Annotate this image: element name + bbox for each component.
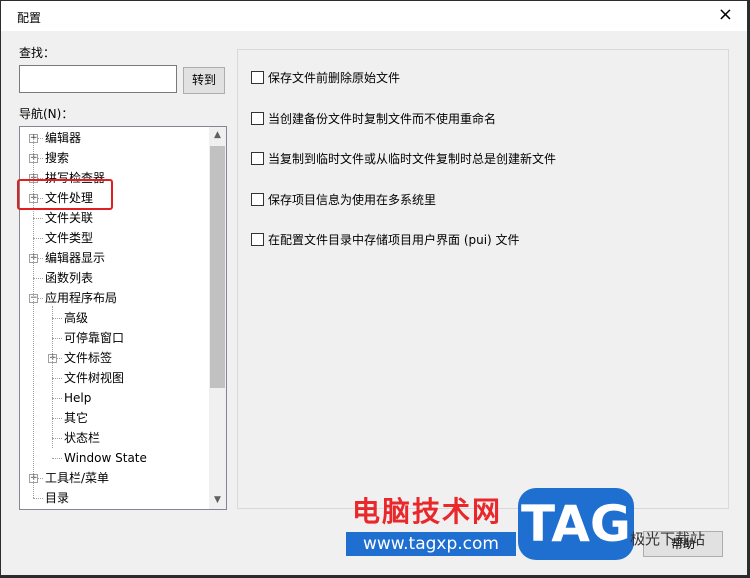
search-label: 查找： [19, 46, 56, 60]
tree-item-label: 目录 [45, 491, 70, 505]
tree-item[interactable]: 搜索 [45, 148, 69, 168]
option-checkbox-row[interactable]: 保存项目信息为使用在多系统里 [251, 192, 436, 208]
tree-connector [52, 338, 62, 339]
window-title: 配置 [17, 11, 42, 25]
tree-item[interactable]: Window State [64, 448, 147, 468]
checkbox[interactable] [251, 152, 264, 165]
tree-item[interactable]: 其它 [64, 408, 88, 428]
tree-item[interactable]: 可停靠窗口 [64, 328, 124, 348]
watermark-logo: TAG [518, 488, 634, 560]
checkbox[interactable] [251, 192, 264, 206]
tree-item[interactable]: 编辑器显示 [45, 248, 105, 268]
scroll-down-icon[interactable]: ▼ [209, 492, 226, 509]
tree-item[interactable]: 状态栏 [64, 428, 100, 448]
tree-item[interactable]: 编辑器 [45, 128, 81, 148]
option-checkbox-row[interactable]: 当复制到临时文件或从临时文件复制时总是创建新文件 [251, 151, 556, 167]
checkbox[interactable] [251, 71, 264, 84]
tree-item-label: 高级 [64, 311, 89, 325]
tree-item[interactable]: 高级 [64, 308, 88, 328]
nav-label: 导航(N)： [19, 107, 74, 121]
tree-item-label: 应用程序布局 [45, 291, 118, 305]
option-label: 保存项目信息为使用在多系统里 [268, 192, 437, 207]
option-label: 保存文件前删除原始文件 [268, 71, 401, 85]
tree-item-label: 文件标签 [64, 351, 113, 365]
tree-item-label: 其它 [64, 411, 89, 425]
tree-connector [33, 498, 43, 499]
tree-item-label: 可停靠窗口 [64, 331, 125, 345]
highlight-annotation [17, 179, 113, 210]
tree-item[interactable]: 文件关联 [45, 208, 93, 228]
tree-item-label: 搜索 [45, 151, 70, 165]
tree-connector [52, 458, 62, 459]
tree-connector [52, 438, 62, 439]
scroll-up-icon[interactable]: ▲ [209, 127, 226, 144]
tree-item-label: 函数列表 [45, 271, 94, 285]
tree-item-label: 文件树视图 [64, 371, 125, 385]
tree-item[interactable]: 函数列表 [45, 268, 93, 288]
tree-item[interactable]: 文件树视图 [64, 368, 124, 388]
tree-scrollbar[interactable]: ▲ ▼ [209, 127, 226, 509]
tree-item[interactable]: 工具栏/菜单 [45, 468, 109, 488]
tree-item-label: 状态栏 [64, 431, 101, 445]
tree-item[interactable]: 应用程序布局 [45, 288, 117, 308]
tree-connector [52, 398, 62, 399]
tree-item-label: 工具栏/菜单 [45, 471, 110, 485]
tree-item-label: 编辑器 [45, 131, 82, 145]
close-icon[interactable]: × [718, 5, 733, 25]
option-checkbox-row[interactable]: 当创建备份文件时复制文件而不使用重命名 [251, 111, 496, 127]
search-input[interactable] [19, 65, 177, 93]
option-label: 在配置文件目录中存储项目用户界面 (pui) 文件 [268, 233, 520, 247]
tree-connector [52, 418, 62, 419]
option-checkbox-row[interactable]: 在配置文件目录中存储项目用户界面 (pui) 文件 [251, 232, 520, 248]
tree-connector [52, 306, 53, 448]
tree-connector [33, 278, 43, 279]
tree-item-label: 编辑器显示 [45, 251, 106, 265]
option-label: 当创建备份文件时复制文件而不使用重命名 [268, 111, 497, 126]
tree-connector [52, 318, 62, 319]
watermark-url: www.tagxp.com [346, 532, 516, 556]
title-bar: 配置 × [1, 1, 747, 31]
tree-item-label: Window State [64, 451, 147, 465]
checkbox[interactable] [251, 111, 264, 125]
goto-button[interactable]: 转到 [183, 67, 225, 94]
tree-item[interactable]: 文件类型 [45, 228, 93, 248]
tree-item-label: Help [64, 391, 92, 405]
tree-connector [52, 378, 62, 379]
option-checkbox-row[interactable]: 保存文件前删除原始文件 [251, 70, 400, 86]
tree-item-label: 文件关联 [45, 211, 94, 225]
watermark-site: 极光下载站 [630, 530, 706, 548]
watermark-text: 电脑技术网 [352, 495, 503, 528]
tree-connector [33, 238, 43, 239]
tree-connector [33, 218, 43, 219]
checkbox[interactable] [251, 233, 264, 246]
scrollbar-thumb[interactable] [210, 146, 225, 388]
tree-item[interactable]: Help [64, 388, 91, 408]
tree-item[interactable]: 目录 [45, 488, 69, 508]
tree-item-label: 文件类型 [45, 231, 94, 245]
option-label: 当复制到临时文件或从临时文件复制时总是创建新文件 [268, 152, 557, 166]
tree-item[interactable]: 文件标签 [64, 348, 112, 368]
